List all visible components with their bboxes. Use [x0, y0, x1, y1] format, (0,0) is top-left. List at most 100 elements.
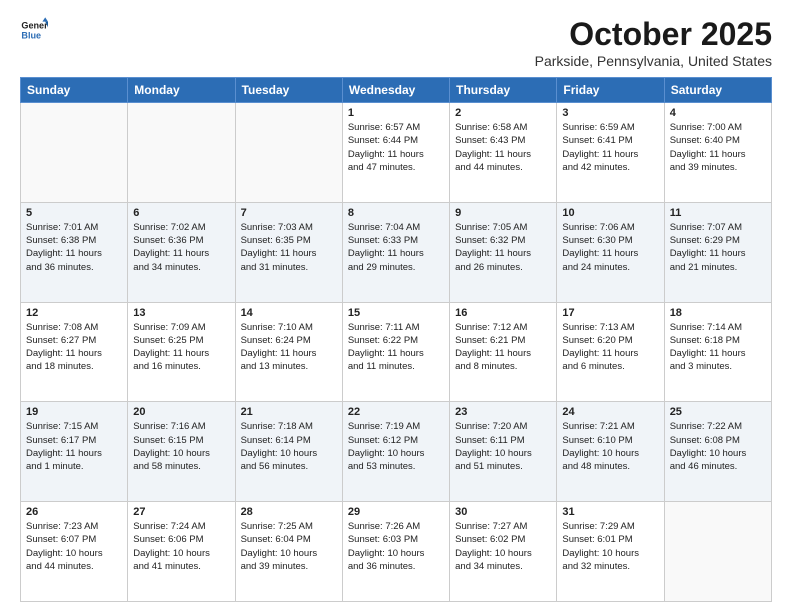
day-number-3: 3 [562, 107, 658, 119]
day-info-12: Sunrise: 7:08 AM Sunset: 6:27 PM Dayligh… [26, 321, 122, 374]
day-number-9: 9 [455, 207, 551, 219]
calendar-cell-w5d4: 29 Sunrise: 7:26 AM Sunset: 6:03 PM Dayli… [342, 502, 449, 602]
week-row-3: 12 Sunrise: 7:08 AM Sunset: 6:27 PM Dayli… [21, 302, 772, 402]
calendar-table: Sunday Monday Tuesday Wednesday Thursday… [20, 77, 772, 602]
calendar-cell-w1d2 [128, 103, 235, 203]
calendar-cell-w3d5: 16Sunrise: 7:12 AM Sunset: 6:21 PM Dayli… [450, 302, 557, 402]
day-info-30: Sunrise: 7:27 AM Sunset: 6:02 PM Dayligh… [455, 520, 551, 573]
day-number-7: 7 [241, 207, 337, 219]
subtitle: Parkside, Pennsylvania, United States [535, 53, 772, 69]
main-title: October 2025 [535, 16, 772, 53]
day-number-23: 23 [455, 406, 551, 418]
calendar-cell-w5d2: 27Sunrise: 7:24 AM Sunset: 6:06 PM Dayli… [128, 502, 235, 602]
day-info-7: Sunrise: 7:03 AM Sunset: 6:35 PM Dayligh… [241, 221, 337, 274]
day-number-31: 31 [562, 506, 658, 518]
header-saturday: Saturday [664, 78, 771, 103]
day-info-8: Sunrise: 7:04 AM Sunset: 6:33 PM Dayligh… [348, 221, 444, 274]
week-row-2: 5 Sunrise: 7:01 AM Sunset: 6:38 PM Daylig… [21, 202, 772, 302]
header-wednesday: Wednesday [342, 78, 449, 103]
calendar-cell-w3d2: 13 Sunrise: 7:09 AM Sunset: 6:25 PM Dayli… [128, 302, 235, 402]
day-info-28: Sunrise: 7:25 AM Sunset: 6:04 PM Dayligh… [241, 520, 337, 573]
day-number-4: 4 [670, 107, 766, 119]
calendar-cell-w2d2: 6 Sunrise: 7:02 AM Sunset: 6:36 PM Daylig… [128, 202, 235, 302]
calendar-cell-w2d4: 8Sunrise: 7:04 AM Sunset: 6:33 PM Daylig… [342, 202, 449, 302]
week-row-4: 19 Sunrise: 7:15 AM Sunset: 6:17 PM Dayli… [21, 402, 772, 502]
day-info-13: Sunrise: 7:09 AM Sunset: 6:25 PM Dayligh… [133, 321, 229, 374]
calendar-cell-w4d6: 24Sunrise: 7:21 AM Sunset: 6:10 PM Dayli… [557, 402, 664, 502]
day-info-23: Sunrise: 7:20 AM Sunset: 6:11 PM Dayligh… [455, 420, 551, 473]
logo-icon: General Blue [20, 16, 48, 44]
svg-text:Blue: Blue [21, 30, 41, 40]
day-info-3: Sunrise: 6:59 AM Sunset: 6:41 PM Dayligh… [562, 121, 658, 174]
calendar-cell-w1d4: 1 Sunrise: 6:57 AM Sunset: 6:44 PM Daylig… [342, 103, 449, 203]
day-number-6: 6 [133, 207, 229, 219]
day-number-1: 1 [348, 107, 444, 119]
day-number-17: 17 [562, 307, 658, 319]
calendar-cell-w5d3: 28 Sunrise: 7:25 AM Sunset: 6:04 PM Dayli… [235, 502, 342, 602]
day-info-25: Sunrise: 7:22 AM Sunset: 6:08 PM Dayligh… [670, 420, 766, 473]
calendar-cell-w1d7: 4 Sunrise: 7:00 AM Sunset: 6:40 PM Daylig… [664, 103, 771, 203]
day-number-13: 13 [133, 307, 229, 319]
day-info-19: Sunrise: 7:15 AM Sunset: 6:17 PM Dayligh… [26, 420, 122, 473]
svg-text:General: General [21, 21, 48, 31]
calendar-cell-w1d6: 3 Sunrise: 6:59 AM Sunset: 6:41 PM Daylig… [557, 103, 664, 203]
day-info-31: Sunrise: 7:29 AM Sunset: 6:01 PM Dayligh… [562, 520, 658, 573]
day-number-30: 30 [455, 506, 551, 518]
day-info-27: Sunrise: 7:24 AM Sunset: 6:06 PM Dayligh… [133, 520, 229, 573]
header-thursday: Thursday [450, 78, 557, 103]
day-number-20: 20 [133, 406, 229, 418]
day-number-12: 12 [26, 307, 122, 319]
week-row-5: 26 Sunrise: 7:23 AM Sunset: 6:07 PM Dayli… [21, 502, 772, 602]
day-info-21: Sunrise: 7:18 AM Sunset: 6:14 PM Dayligh… [241, 420, 337, 473]
day-number-21: 21 [241, 406, 337, 418]
day-number-29: 29 [348, 506, 444, 518]
day-number-22: 22 [348, 406, 444, 418]
day-number-15: 15 [348, 307, 444, 319]
day-number-5: 5 [26, 207, 122, 219]
day-info-14: Sunrise: 7:10 AM Sunset: 6:24 PM Dayligh… [241, 321, 337, 374]
title-block: October 2025 Parkside, Pennsylvania, Uni… [535, 16, 772, 69]
calendar-cell-w3d3: 14Sunrise: 7:10 AM Sunset: 6:24 PM Dayli… [235, 302, 342, 402]
calendar-header-row: Sunday Monday Tuesday Wednesday Thursday… [21, 78, 772, 103]
calendar-cell-w3d6: 17Sunrise: 7:13 AM Sunset: 6:20 PM Dayli… [557, 302, 664, 402]
day-number-2: 2 [455, 107, 551, 119]
day-info-15: Sunrise: 7:11 AM Sunset: 6:22 PM Dayligh… [348, 321, 444, 374]
day-info-5: Sunrise: 7:01 AM Sunset: 6:38 PM Dayligh… [26, 221, 122, 274]
header: General Blue October 2025 Parkside, Penn… [20, 16, 772, 69]
calendar-cell-w1d1 [21, 103, 128, 203]
page: General Blue October 2025 Parkside, Penn… [0, 0, 792, 612]
day-info-11: Sunrise: 7:07 AM Sunset: 6:29 PM Dayligh… [670, 221, 766, 274]
day-info-26: Sunrise: 7:23 AM Sunset: 6:07 PM Dayligh… [26, 520, 122, 573]
day-info-4: Sunrise: 7:00 AM Sunset: 6:40 PM Dayligh… [670, 121, 766, 174]
day-number-28: 28 [241, 506, 337, 518]
calendar-cell-w5d1: 26 Sunrise: 7:23 AM Sunset: 6:07 PM Dayli… [21, 502, 128, 602]
calendar-cell-w3d7: 18Sunrise: 7:14 AM Sunset: 6:18 PM Dayli… [664, 302, 771, 402]
calendar-cell-w4d5: 23 Sunrise: 7:20 AM Sunset: 6:11 PM Dayli… [450, 402, 557, 502]
header-sunday: Sunday [21, 78, 128, 103]
day-info-2: Sunrise: 6:58 AM Sunset: 6:43 PM Dayligh… [455, 121, 551, 174]
calendar-cell-w4d1: 19 Sunrise: 7:15 AM Sunset: 6:17 PM Dayli… [21, 402, 128, 502]
day-number-26: 26 [26, 506, 122, 518]
day-number-19: 19 [26, 406, 122, 418]
day-info-1: Sunrise: 6:57 AM Sunset: 6:44 PM Dayligh… [348, 121, 444, 174]
calendar-cell-w5d5: 30 Sunrise: 7:27 AM Sunset: 6:02 PM Dayli… [450, 502, 557, 602]
day-info-24: Sunrise: 7:21 AM Sunset: 6:10 PM Dayligh… [562, 420, 658, 473]
day-info-18: Sunrise: 7:14 AM Sunset: 6:18 PM Dayligh… [670, 321, 766, 374]
day-number-11: 11 [670, 207, 766, 219]
day-info-20: Sunrise: 7:16 AM Sunset: 6:15 PM Dayligh… [133, 420, 229, 473]
calendar-cell-w4d3: 21 Sunrise: 7:18 AM Sunset: 6:14 PM Dayli… [235, 402, 342, 502]
logo: General Blue [20, 16, 48, 44]
day-info-16: Sunrise: 7:12 AM Sunset: 6:21 PM Dayligh… [455, 321, 551, 374]
day-info-6: Sunrise: 7:02 AM Sunset: 6:36 PM Dayligh… [133, 221, 229, 274]
day-info-10: Sunrise: 7:06 AM Sunset: 6:30 PM Dayligh… [562, 221, 658, 274]
calendar-cell-w2d6: 10Sunrise: 7:06 AM Sunset: 6:30 PM Dayli… [557, 202, 664, 302]
calendar-cell-w5d6: 31 Sunrise: 7:29 AM Sunset: 6:01 PM Dayli… [557, 502, 664, 602]
header-friday: Friday [557, 78, 664, 103]
day-info-22: Sunrise: 7:19 AM Sunset: 6:12 PM Dayligh… [348, 420, 444, 473]
calendar-cell-w2d1: 5 Sunrise: 7:01 AM Sunset: 6:38 PM Daylig… [21, 202, 128, 302]
calendar-cell-w1d3 [235, 103, 342, 203]
calendar-cell-w2d5: 9Sunrise: 7:05 AM Sunset: 6:32 PM Daylig… [450, 202, 557, 302]
calendar-cell-w5d7 [664, 502, 771, 602]
day-info-29: Sunrise: 7:26 AM Sunset: 6:03 PM Dayligh… [348, 520, 444, 573]
calendar-cell-w2d3: 7 Sunrise: 7:03 AM Sunset: 6:35 PM Daylig… [235, 202, 342, 302]
